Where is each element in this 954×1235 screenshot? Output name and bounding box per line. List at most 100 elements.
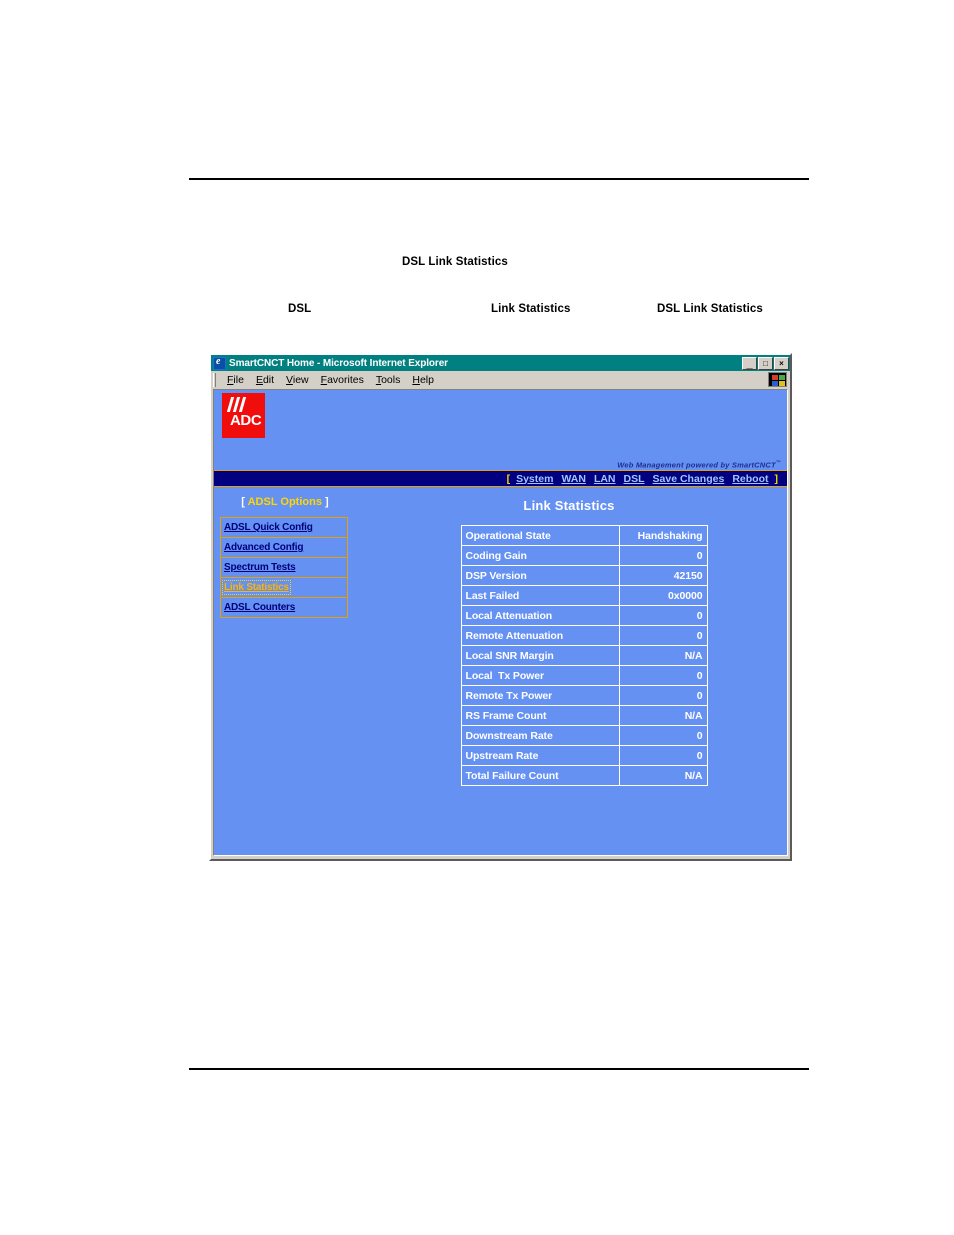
windows-flag-quadrant	[779, 375, 785, 380]
windows-flag-quadrant	[772, 375, 778, 380]
adc-logo-slash	[238, 397, 247, 412]
stat-value-coding-gain: 0	[618, 545, 708, 566]
stat-label-rs-frame-count: RS Frame Count	[460, 705, 620, 726]
main-panel: Link Statistics Operational State Handsh…	[389, 492, 779, 786]
menu-tools-label: ools	[381, 373, 401, 386]
sidebar-title: [ ADSL Options ]	[220, 496, 350, 508]
menu-item-help[interactable]: Help	[406, 373, 440, 387]
sidebar-item-label: ADSL Quick Config	[224, 522, 313, 533]
menu-item-edit[interactable]: Edit	[250, 373, 280, 387]
page-footer-rule	[189, 1068, 809, 1070]
nav-link-system[interactable]: System	[516, 473, 553, 485]
menu-item-file[interactable]: File	[221, 373, 250, 387]
document-term-dsl: DSL	[288, 303, 312, 315]
adc-logo: ADC	[222, 393, 265, 438]
page-title: Link Statistics	[523, 498, 615, 513]
sidebar-item-advanced-config[interactable]: Advanced Config	[220, 537, 348, 558]
menu-edit-accel: E	[255, 373, 263, 386]
nav-link-save-changes[interactable]: Save Changes	[653, 473, 725, 485]
stat-label-coding-gain: Coding Gain	[460, 545, 620, 566]
stat-value-upstream-rate: 0	[618, 745, 708, 766]
link-statistics-table: Operational State Handshaking Coding Gai…	[460, 525, 708, 786]
nav-link-wan[interactable]: WAN	[561, 473, 586, 485]
stat-label-last-failed: Last Failed	[460, 585, 620, 606]
stat-value-total-failure-count: N/A	[618, 765, 708, 786]
stat-value-local-attenuation: 0	[618, 605, 708, 626]
table-row: Downstream Rate 0	[460, 725, 708, 746]
stat-label-remote-attenuation: Remote Attenuation	[460, 625, 620, 646]
stat-value-operational-state: Handshaking	[618, 525, 708, 546]
menu-help-accel: H	[412, 373, 420, 386]
menu-favorites-label: avorites	[327, 373, 364, 386]
table-row: Upstream Rate 0	[460, 745, 708, 766]
stat-label-local-tx-power: Local Tx Power	[460, 665, 620, 686]
menu-view-label: iew	[292, 373, 309, 386]
sidebar-title-close-bracket: ]	[321, 496, 329, 508]
stat-label-total-failure-count: Total Failure Count	[460, 765, 620, 786]
menu-drag-handle[interactable]	[213, 372, 216, 387]
table-row: Local Attenuation 0	[460, 605, 708, 626]
sidebar-item-link-statistics[interactable]: Link Statistics	[220, 577, 348, 598]
stat-value-last-failed: 0x0000	[618, 585, 708, 606]
stat-value-downstream-rate: 0	[618, 725, 708, 746]
sidebar-item-label: Spectrum Tests	[224, 562, 296, 573]
table-row: Remote Attenuation 0	[460, 625, 708, 646]
menu-item-tools[interactable]: Tools	[370, 373, 407, 387]
table-row: Local Tx Power 0	[460, 665, 708, 686]
table-row: DSP Version 42150	[460, 565, 708, 586]
close-icon: ×	[779, 358, 784, 368]
menu-item-favorites[interactable]: Favorites	[315, 373, 370, 387]
sidebar-item-label: Advanced Config	[224, 542, 304, 553]
sidebar-item-spectrum-tests[interactable]: Spectrum Tests	[220, 557, 348, 578]
nav-link-lan[interactable]: LAN	[594, 473, 616, 485]
document-term-dsl-link-statistics: DSL Link Statistics	[657, 303, 763, 315]
table-row: RS Frame Count N/A	[460, 705, 708, 726]
stat-label-dsp-version: DSP Version	[460, 565, 620, 586]
stat-label-operational-state: Operational State	[460, 525, 620, 546]
browser-viewport: ADC Web Management powered by SmartCNCT™…	[213, 389, 788, 856]
stat-label-upstream-rate: Upstream Rate	[460, 745, 620, 766]
brand-tagline-text: Web Management powered by SmartCNCT	[617, 460, 776, 469]
table-row: Total Failure Count N/A	[460, 765, 708, 786]
nav-close-bracket: ]	[774, 472, 779, 485]
minimize-icon: _	[746, 357, 753, 370]
stat-label-local-snr-margin: Local SNR Margin	[460, 645, 620, 666]
table-row: Operational State Handshaking	[460, 525, 708, 546]
sidebar-item-label: ADSL Counters	[224, 602, 296, 613]
windows-flag-icon[interactable]	[768, 372, 787, 387]
menu-edit-label: dit	[262, 373, 275, 386]
sidebar-item-label: Link Statistics	[222, 580, 291, 595]
brand-header: ADC Web Management powered by SmartCNCT™	[214, 390, 787, 470]
minimize-button[interactable]: _	[742, 356, 757, 370]
document-section-title: DSL Link Statistics	[402, 256, 508, 268]
maximize-icon: □	[763, 358, 768, 368]
nav-link-dsl[interactable]: DSL	[624, 473, 645, 485]
maximize-button[interactable]: □	[758, 356, 773, 370]
table-row: Local SNR Margin N/A	[460, 645, 708, 666]
window-controls: _ □ ×	[742, 356, 789, 370]
stat-value-local-tx-power: 0	[618, 665, 708, 686]
windows-flag-quadrant	[779, 381, 785, 386]
sidebar-title-text: ADSL Options	[247, 496, 322, 508]
primary-navigation: [ System WAN LAN DSL Save Changes Reboot…	[214, 470, 787, 487]
document-term-link-statistics: Link Statistics	[491, 303, 571, 315]
close-button[interactable]: ×	[774, 356, 789, 370]
sidebar: [ ADSL Options ] ADSL Quick Config Advan…	[220, 496, 350, 618]
brand-tagline: Web Management powered by SmartCNCT™	[617, 460, 781, 470]
menu-item-view[interactable]: View	[280, 373, 315, 387]
sidebar-item-adsl-quick-config[interactable]: ADSL Quick Config	[220, 517, 348, 538]
browser-title-text: SmartCNCT Home - Microsoft Internet Expl…	[229, 357, 448, 369]
browser-menu-bar: File Edit View Favorites Tools Help	[211, 371, 790, 389]
stat-value-local-snr-margin: N/A	[618, 645, 708, 666]
nav-open-bracket: [	[506, 472, 511, 485]
internet-explorer-icon	[213, 356, 226, 370]
stat-value-dsp-version: 42150	[618, 565, 708, 586]
table-row: Coding Gain 0	[460, 545, 708, 566]
menu-help-label: elp	[419, 373, 434, 386]
nav-link-reboot[interactable]: Reboot	[732, 473, 768, 485]
browser-title-bar[interactable]: SmartCNCT Home - Microsoft Internet Expl…	[211, 355, 790, 371]
sidebar-item-adsl-counters[interactable]: ADSL Counters	[220, 597, 348, 618]
page-header-rule	[189, 178, 809, 180]
table-row: Remote Tx Power 0	[460, 685, 708, 706]
stat-label-downstream-rate: Downstream Rate	[460, 725, 620, 746]
